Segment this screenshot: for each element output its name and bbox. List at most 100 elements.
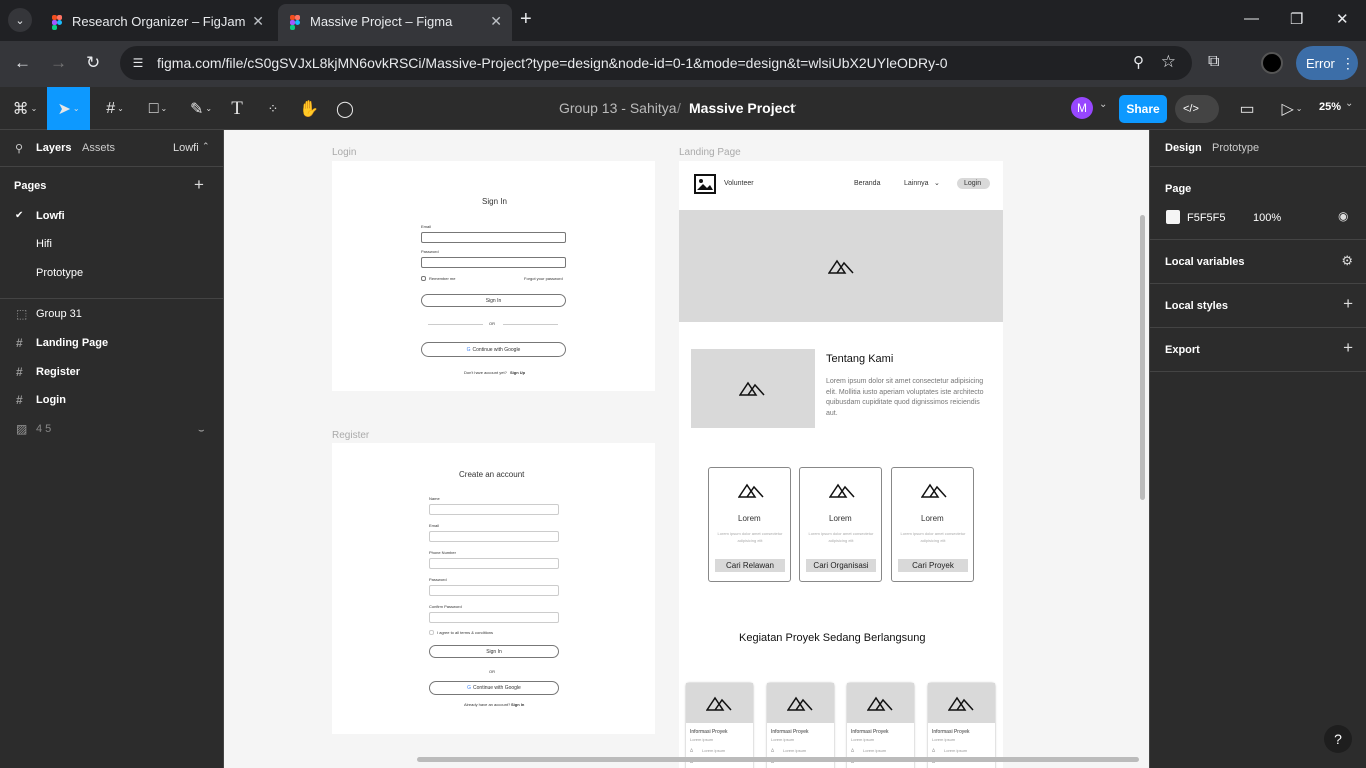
google-button[interactable]: G Continue with Google xyxy=(421,342,566,357)
address-bar[interactable]: ☰ figma.com/file/cS0gSVJxL8kjMN6ovkRSCi/… xyxy=(120,46,1192,80)
password-field[interactable] xyxy=(429,585,559,596)
page-color-swatch[interactable] xyxy=(1166,210,1180,224)
profile-error-button[interactable]: Error ⋮ xyxy=(1296,46,1358,80)
main-menu-icon[interactable]: ⌘ ⌄ xyxy=(6,87,44,130)
restore-icon[interactable]: ❐ xyxy=(1290,10,1303,28)
variables-settings-icon[interactable]: ⚙ xyxy=(1341,253,1353,269)
shape-tool-icon[interactable]: □ ⌄ xyxy=(140,87,176,130)
team-name[interactable]: Group 13 - Sahitya xyxy=(559,100,677,116)
google-button[interactable]: G Continue with Google xyxy=(429,681,559,695)
frame-label-login[interactable]: Login xyxy=(332,147,356,158)
export-section[interactable]: Export + xyxy=(1150,328,1366,372)
signup-link[interactable]: Sign Up xyxy=(510,370,525,375)
frame-label-landing[interactable]: Landing Page xyxy=(679,147,741,158)
horizontal-scrollbar[interactable] xyxy=(417,757,1139,762)
remember-checkbox[interactable] xyxy=(421,276,426,281)
back-icon[interactable]: ← xyxy=(14,53,31,73)
comment-tool-icon[interactable]: ◯ xyxy=(334,87,356,130)
current-page-selector[interactable]: Lowfi xyxy=(173,142,199,154)
vertical-scrollbar[interactable] xyxy=(1140,215,1145,500)
phone-field[interactable] xyxy=(429,558,559,569)
layer-register[interactable]: # Register xyxy=(16,363,80,381)
present-icon[interactable]: ▷ ⌄ xyxy=(1276,87,1308,130)
register-frame[interactable]: Create an account Name Email Phone Numbe… xyxy=(332,443,655,734)
feature-card[interactable]: Lorem Lorem ipsum dolor amet consectetur… xyxy=(708,467,791,582)
layer-image-4-5[interactable]: ▨ 4 5 xyxy=(16,420,51,438)
pen-tool-icon[interactable]: ✎ ⌄ xyxy=(183,87,219,130)
forward-icon[interactable]: → xyxy=(50,53,67,73)
project-card[interactable]: Informasi Proyek Lorem ipsum △ Lorem ips… xyxy=(928,683,995,768)
forgot-link[interactable]: Forgot your password xyxy=(524,276,563,281)
design-canvas[interactable]: Login Sign In Email Password Remember me… xyxy=(224,130,1149,768)
zoom-icon[interactable]: ⚲ xyxy=(1133,53,1144,71)
nav-beranda[interactable]: Beranda xyxy=(854,180,880,187)
card-button[interactable]: Cari Organisasi xyxy=(806,559,876,572)
move-tool-icon[interactable]: ➤ ⌄ xyxy=(47,87,90,130)
hand-tool-icon[interactable]: ✋ xyxy=(298,87,320,130)
feature-card[interactable]: Lorem Lorem ipsum dolor amet consectetur… xyxy=(891,467,974,582)
help-icon[interactable]: ? xyxy=(1324,725,1352,753)
feature-card[interactable]: Lorem Lorem ipsum dolor amet consectetur… xyxy=(799,467,882,582)
tab-massive-project[interactable]: Massive Project – Figma ✕ xyxy=(278,4,512,41)
resources-icon[interactable]: ⁘ xyxy=(262,87,284,130)
bookmark-star-icon[interactable]: ☆ xyxy=(1161,52,1176,72)
project-card[interactable]: Informasi Proyek Lorem ipsum △ Lorem ips… xyxy=(847,683,914,768)
email-field[interactable] xyxy=(429,531,559,542)
add-page-icon[interactable]: + xyxy=(194,175,204,195)
text-tool-icon[interactable]: T xyxy=(226,87,248,130)
profile-avatar[interactable] xyxy=(1261,52,1283,74)
chevron-up-icon[interactable]: ⌃ xyxy=(202,141,210,152)
tab-research-organizer[interactable]: Research Organizer – FigJam ✕ xyxy=(40,4,274,41)
file-name[interactable]: Massive Project xyxy=(689,100,795,116)
search-icon[interactable]: ⚲ xyxy=(15,142,23,155)
frame-tool-icon[interactable]: # ⌄ xyxy=(98,87,132,130)
reload-icon[interactable]: ↻ xyxy=(86,53,100,73)
signin-link[interactable]: Sign In xyxy=(511,702,524,707)
project-card[interactable]: Informasi Proyek Lorem ipsum △ Lorem ips… xyxy=(767,683,834,768)
tab-search-button[interactable]: ⌄ xyxy=(8,8,32,32)
login-button[interactable]: Login xyxy=(957,178,990,189)
landing-page-frame[interactable]: Volunteer Beranda Lainnya ⌄ Login Tentan… xyxy=(679,161,1003,768)
signin-button[interactable]: Sign In xyxy=(421,294,566,307)
project-card[interactable]: Informasi Proyek Lorem ipsum △ Lorem ips… xyxy=(686,683,753,768)
page-color-hex[interactable]: F5F5F5 xyxy=(1187,212,1226,224)
tab-layers[interactable]: Layers xyxy=(36,142,71,154)
new-tab-icon[interactable]: + xyxy=(520,9,532,29)
page-item-hifi[interactable]: Hifi xyxy=(36,238,52,250)
page-opacity[interactable]: 100% xyxy=(1253,212,1281,224)
nav-lainnya[interactable]: Lainnya xyxy=(904,180,929,187)
add-export-icon[interactable]: + xyxy=(1343,338,1353,358)
add-style-icon[interactable]: + xyxy=(1343,294,1353,314)
share-button[interactable]: Share xyxy=(1119,95,1167,123)
login-frame[interactable]: Sign In Email Password Remember me Forgo… xyxy=(332,161,655,391)
email-field[interactable] xyxy=(421,232,566,243)
card-button[interactable]: Cari Relawan xyxy=(715,559,785,572)
site-info-icon[interactable]: ☰ xyxy=(128,53,148,73)
page-item-lowfi[interactable]: Lowfi xyxy=(36,210,65,222)
hidden-eye-icon[interactable]: ⌣ xyxy=(198,425,205,436)
dev-mode-toggle[interactable]: </> xyxy=(1175,95,1219,123)
signin-button[interactable]: Sign In xyxy=(429,645,559,658)
close-icon[interactable]: ✕ xyxy=(490,13,502,30)
chevron-down-icon[interactable]: ⌄ xyxy=(1099,99,1107,110)
password-field[interactable] xyxy=(421,257,566,268)
extensions-icon[interactable]: ⧉ xyxy=(1208,53,1219,71)
card-button[interactable]: Cari Proyek xyxy=(898,559,968,572)
frame-label-register[interactable]: Register xyxy=(332,430,369,441)
chevron-down-icon[interactable]: ⌄ xyxy=(790,99,798,110)
local-styles-section[interactable]: Local styles + xyxy=(1150,284,1366,328)
name-field[interactable] xyxy=(429,504,559,515)
layer-landing-page[interactable]: # Landing Page xyxy=(16,334,108,352)
tab-prototype[interactable]: Prototype xyxy=(1212,142,1259,154)
visibility-eye-icon[interactable]: ◉ xyxy=(1338,209,1348,223)
chevron-down-icon[interactable]: ⌄ xyxy=(1345,98,1353,109)
agree-checkbox[interactable] xyxy=(429,630,434,635)
close-icon[interactable]: ✕ xyxy=(252,13,264,30)
zoom-level[interactable]: 25% xyxy=(1319,101,1341,113)
layer-login[interactable]: # Login xyxy=(16,391,66,409)
window-close-icon[interactable]: ✕ xyxy=(1336,10,1349,28)
minimize-icon[interactable]: — xyxy=(1244,10,1259,27)
tab-design[interactable]: Design xyxy=(1165,142,1202,154)
local-variables-section[interactable]: Local variables ⚙ xyxy=(1150,240,1366,284)
avatar[interactable]: M xyxy=(1071,97,1093,119)
